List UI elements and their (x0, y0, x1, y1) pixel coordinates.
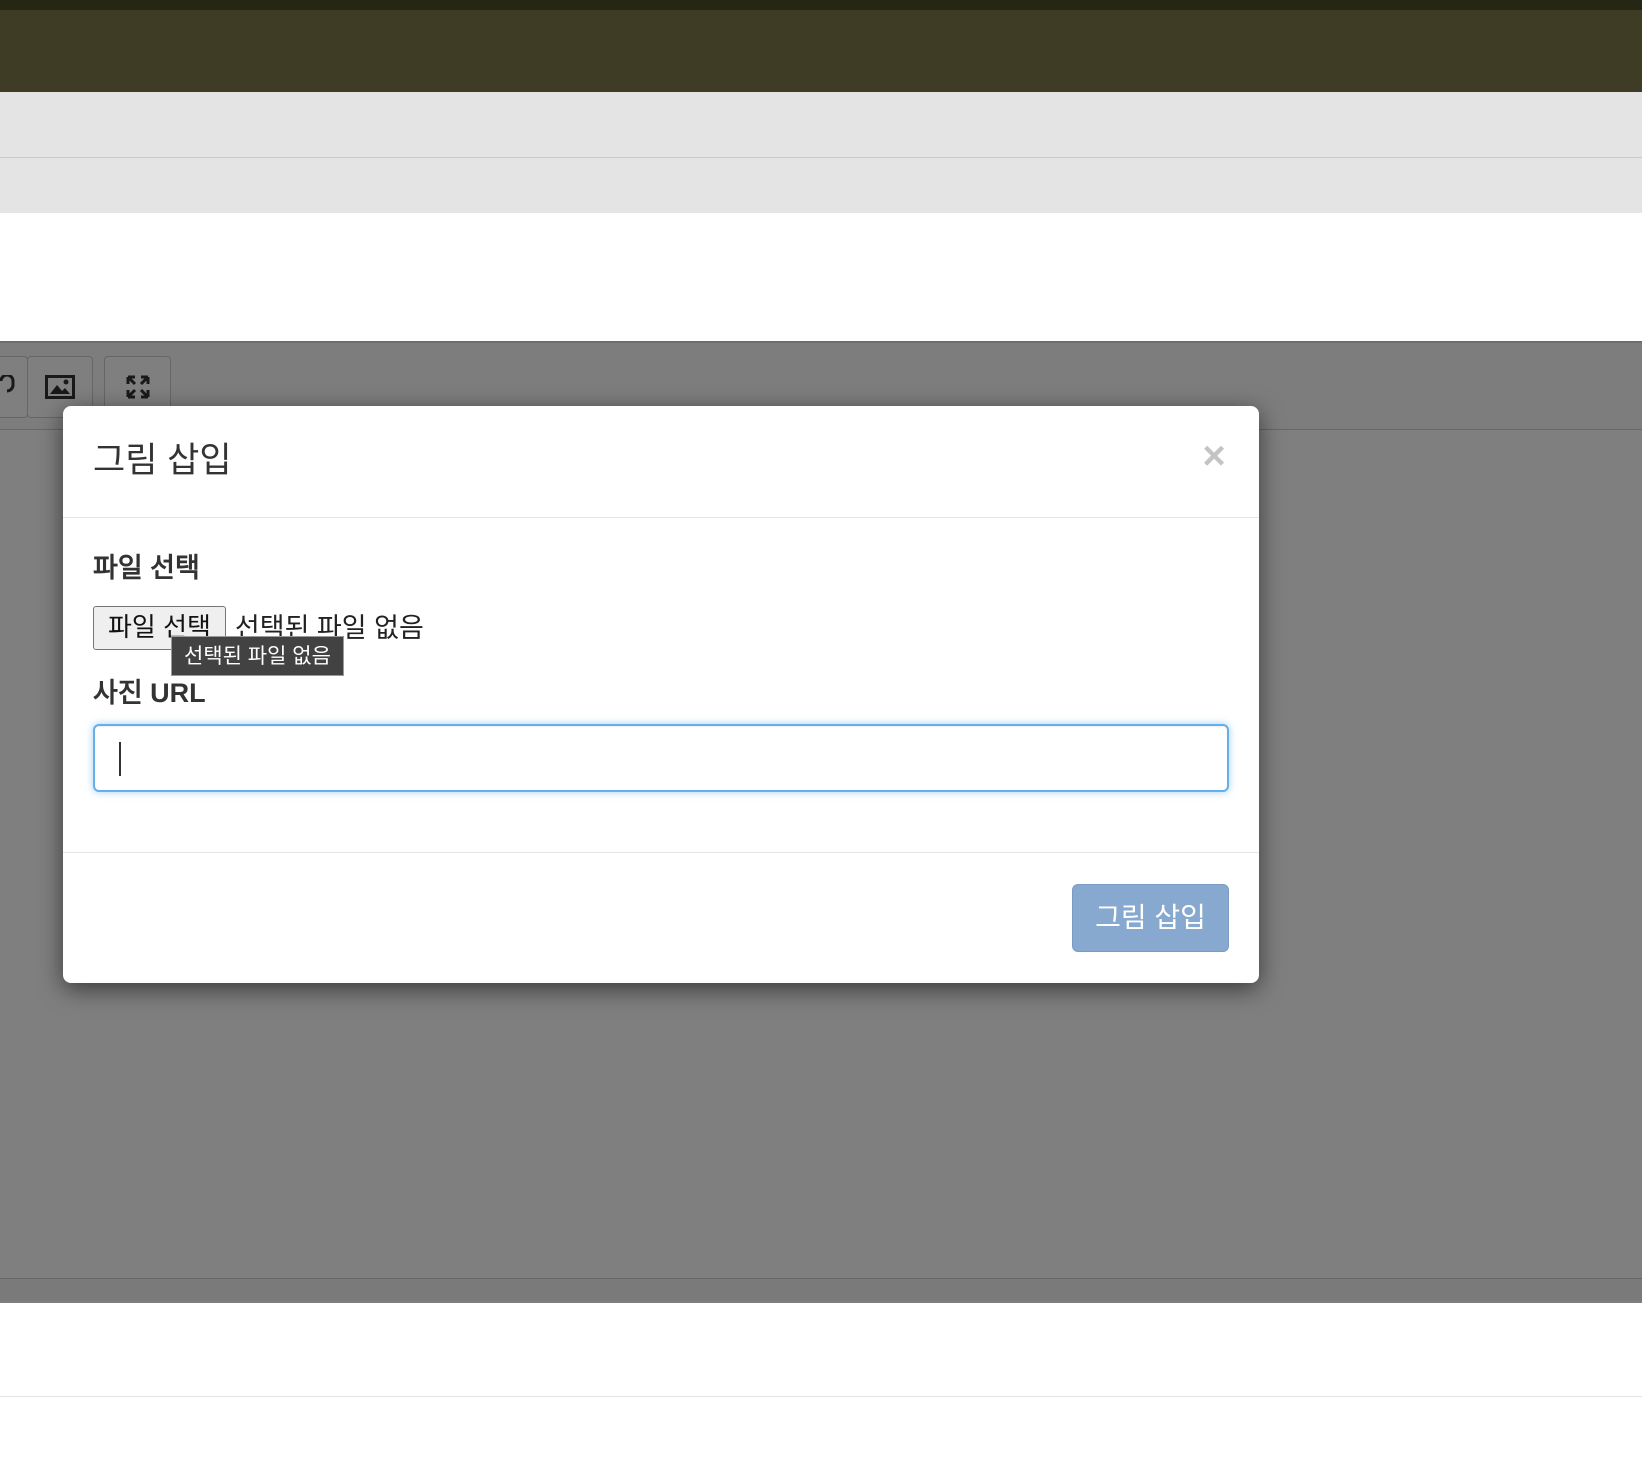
post-title-area[interactable] (0, 212, 1642, 343)
top-strip (0, 0, 1642, 10)
file-select-label: 파일 선택 (93, 553, 200, 583)
dialog-footer: 그림 삽입 (63, 852, 1259, 983)
file-input-tooltip: 선택된 파일 없음 (171, 636, 344, 676)
dialog-title: 그림 삽입 (93, 441, 232, 480)
text-caret (119, 742, 121, 776)
close-button[interactable]: × (1199, 436, 1229, 476)
close-icon: × (1202, 434, 1226, 478)
breadcrumb-band (0, 158, 1642, 212)
image-url-input[interactable] (95, 726, 1227, 790)
image-url-label: 사진 URL (93, 678, 206, 708)
below-editor-area (0, 1303, 1642, 1466)
dialog-header: 그림 삽입 × (63, 406, 1259, 518)
divider (0, 1396, 1642, 1397)
top-navbar (0, 10, 1642, 92)
insert-image-dialog: 그림 삽입 × 파일 선택 파일 선택 선택된 파일 없음 사진 URL 그림 … (63, 406, 1259, 983)
insert-image-button[interactable]: 그림 삽입 (1072, 884, 1229, 952)
image-url-field[interactable] (93, 724, 1229, 792)
sub-header-band (0, 92, 1642, 158)
